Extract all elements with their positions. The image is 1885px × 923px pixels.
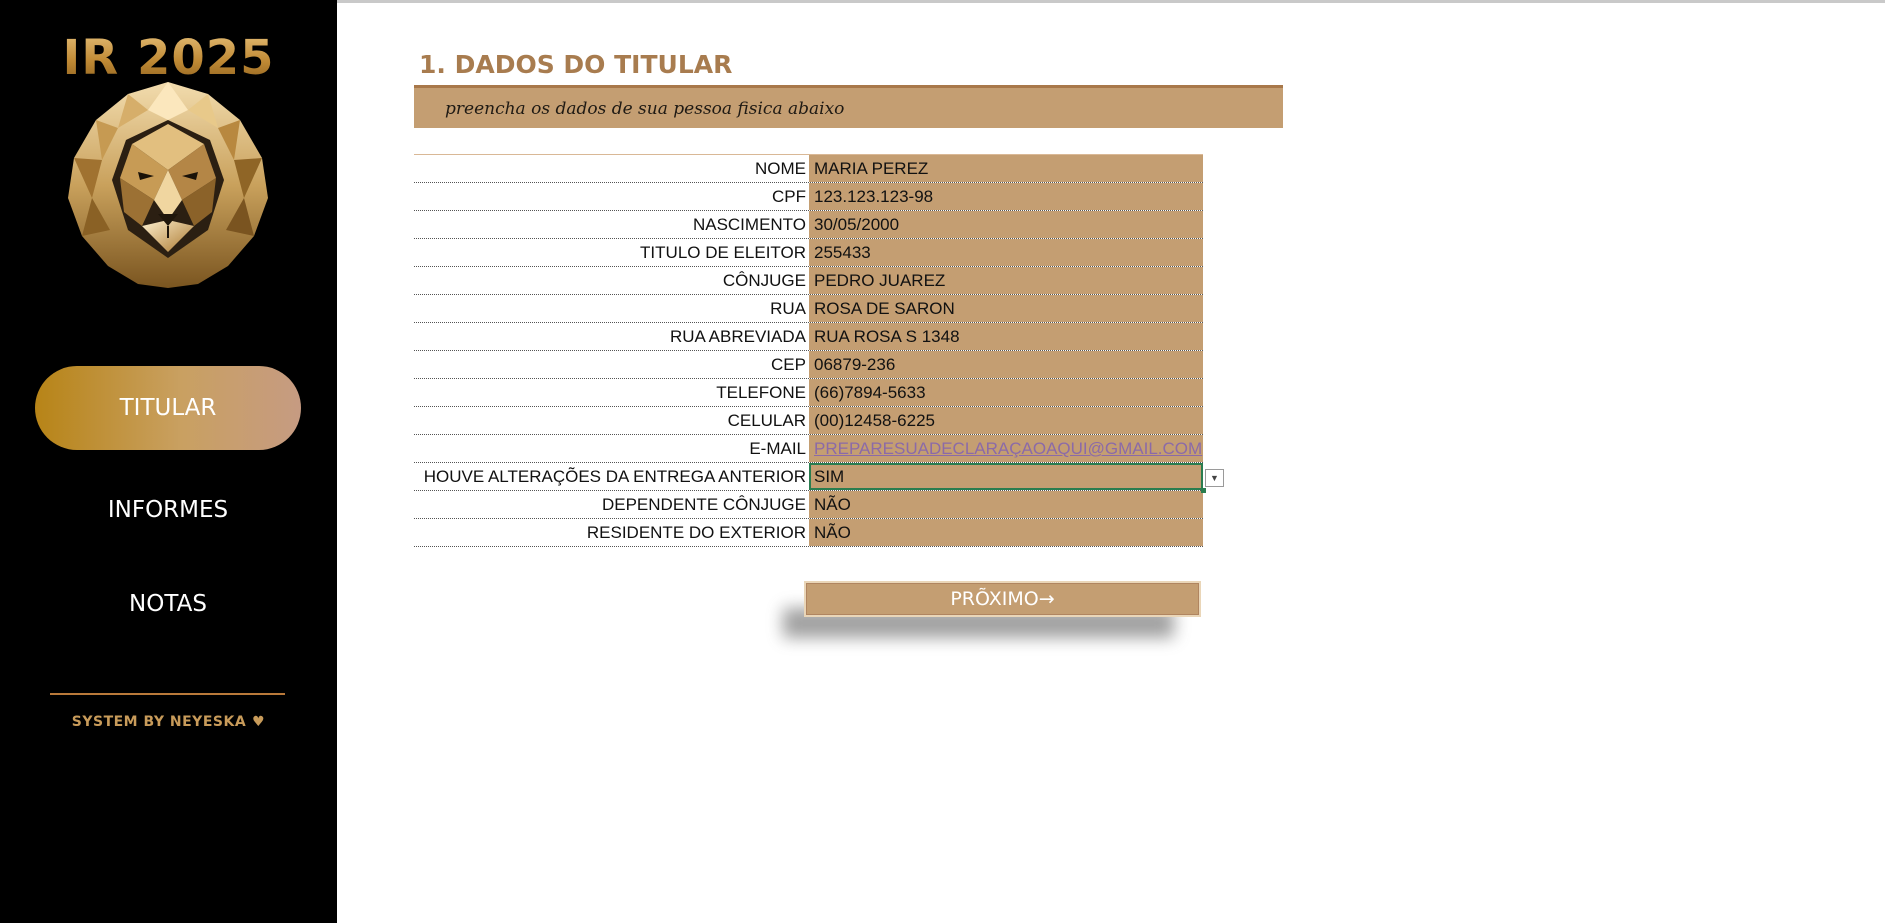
email-link[interactable]: PREPARESUADECLARAÇAOAQUI@GMAIL.COM [809, 435, 1203, 462]
sidebar-item-titular[interactable]: TITULAR [35, 366, 301, 450]
subtitle-text: preencha os dados de sua pessoa fisica a… [445, 99, 845, 119]
form-row-telefone: TELEFONE (66)7894-5633 [414, 379, 1203, 407]
sidebar-item-label: INFORMES [107, 497, 229, 523]
titulo-eleitor-field[interactable]: 255433 [809, 239, 1203, 266]
cpf-field[interactable]: 123.123.123-98 [809, 183, 1203, 210]
form-row-residente-exterior: RESIDENTE DO EXTERIOR NÃO [414, 519, 1203, 547]
form-row-nascimento: NASCIMENTO 30/05/2000 [414, 211, 1203, 239]
residente-exterior-field[interactable]: NÃO [809, 519, 1203, 546]
rua-field[interactable]: ROSA DE SARON [809, 295, 1203, 322]
next-button[interactable]: PRÕXIMO→ [804, 581, 1201, 617]
titular-form: NOME MARIA PEREZ CPF 123.123.123-98 NASC… [414, 154, 1203, 547]
lion-logo-icon [68, 82, 268, 288]
sidebar-item-informes[interactable]: INFORMES [35, 468, 301, 552]
sidebar-divider [50, 693, 285, 695]
field-label: NOME [755, 159, 806, 178]
sidebar: IR 2025 TITULAR INFORMES NOTAS SYSTEM BY… [0, 0, 337, 923]
form-row-dependente-conjuge: DEPENDENTE CÔNJUGE NÃO [414, 491, 1203, 519]
field-label: CELULAR [727, 411, 806, 430]
field-label: RESIDENTE DO EXTERIOR [586, 523, 806, 542]
brand-title: IR 2025 [0, 30, 337, 86]
telefone-field[interactable]: (66)7894-5633 [809, 379, 1203, 406]
field-label: TELEFONE [716, 383, 806, 402]
field-label: TITULO DE ELEITOR [640, 243, 806, 262]
field-label: CEP [771, 355, 806, 374]
dropdown-arrow-icon[interactable]: ▼ [1205, 469, 1224, 487]
cep-field[interactable]: 06879-236 [809, 351, 1203, 378]
field-label: DEPENDENTE CÔNJUGE [601, 495, 806, 514]
field-label: CPF [772, 187, 806, 206]
form-row-nome: NOME MARIA PEREZ [414, 155, 1203, 183]
nascimento-field[interactable]: 30/05/2000 [809, 211, 1203, 238]
sidebar-footer: SYSTEM BY NEYESKA ♥ [0, 714, 337, 730]
form-row-cep: CEP 06879-236 [414, 351, 1203, 379]
nome-field[interactable]: MARIA PEREZ [809, 155, 1203, 182]
form-row-titulo-eleitor: TITULO DE ELEITOR 255433 [414, 239, 1203, 267]
sidebar-item-label: NOTAS [129, 591, 207, 617]
field-label: CÔNJUGE [722, 271, 806, 290]
sidebar-item-notas[interactable]: NOTAS [35, 562, 301, 646]
subtitle-bar: preencha os dados de sua pessoa fisica a… [414, 88, 1283, 128]
field-label: RUA ABREVIADA [669, 327, 806, 346]
field-label: NASCIMENTO [692, 215, 806, 234]
field-label: E-MAIL [749, 439, 806, 458]
form-row-alteracoes: HOUVE ALTERAÇÕES DA ENTREGA ANTERIOR SIM [414, 463, 1203, 491]
form-row-cpf: CPF 123.123.123-98 [414, 183, 1203, 211]
form-row-rua: RUA ROSA DE SARON [414, 295, 1203, 323]
alteracoes-select[interactable]: SIM [809, 463, 1203, 490]
heart-icon: ♥ [252, 714, 266, 730]
page-title: 1. DADOS DO TITULAR [419, 50, 733, 79]
dependente-conjuge-field[interactable]: NÃO [809, 491, 1203, 518]
conjuge-field[interactable]: PEDRO JUAREZ [809, 267, 1203, 294]
field-label: HOUVE ALTERAÇÕES DA ENTREGA ANTERIOR [423, 467, 806, 486]
rua-abreviada-field[interactable]: RUA ROSA S 1348 [809, 323, 1203, 350]
field-label: RUA [770, 299, 806, 318]
next-button-label: PRÕXIMO→ [950, 588, 1055, 610]
cell-fill-handle[interactable] [1201, 488, 1206, 493]
sidebar-item-label: TITULAR [119, 395, 217, 421]
form-row-conjuge: CÔNJUGE PEDRO JUAREZ [414, 267, 1203, 295]
form-row-celular: CELULAR (00)12458-6225 [414, 407, 1203, 435]
celular-field[interactable]: (00)12458-6225 [809, 407, 1203, 434]
footer-credit: SYSTEM BY NEYESKA [71, 714, 247, 730]
form-row-email: E-MAIL PREPARESUADECLARAÇAOAQUI@GMAIL.CO… [414, 435, 1203, 463]
form-row-rua-abreviada: RUA ABREVIADA RUA ROSA S 1348 [414, 323, 1203, 351]
